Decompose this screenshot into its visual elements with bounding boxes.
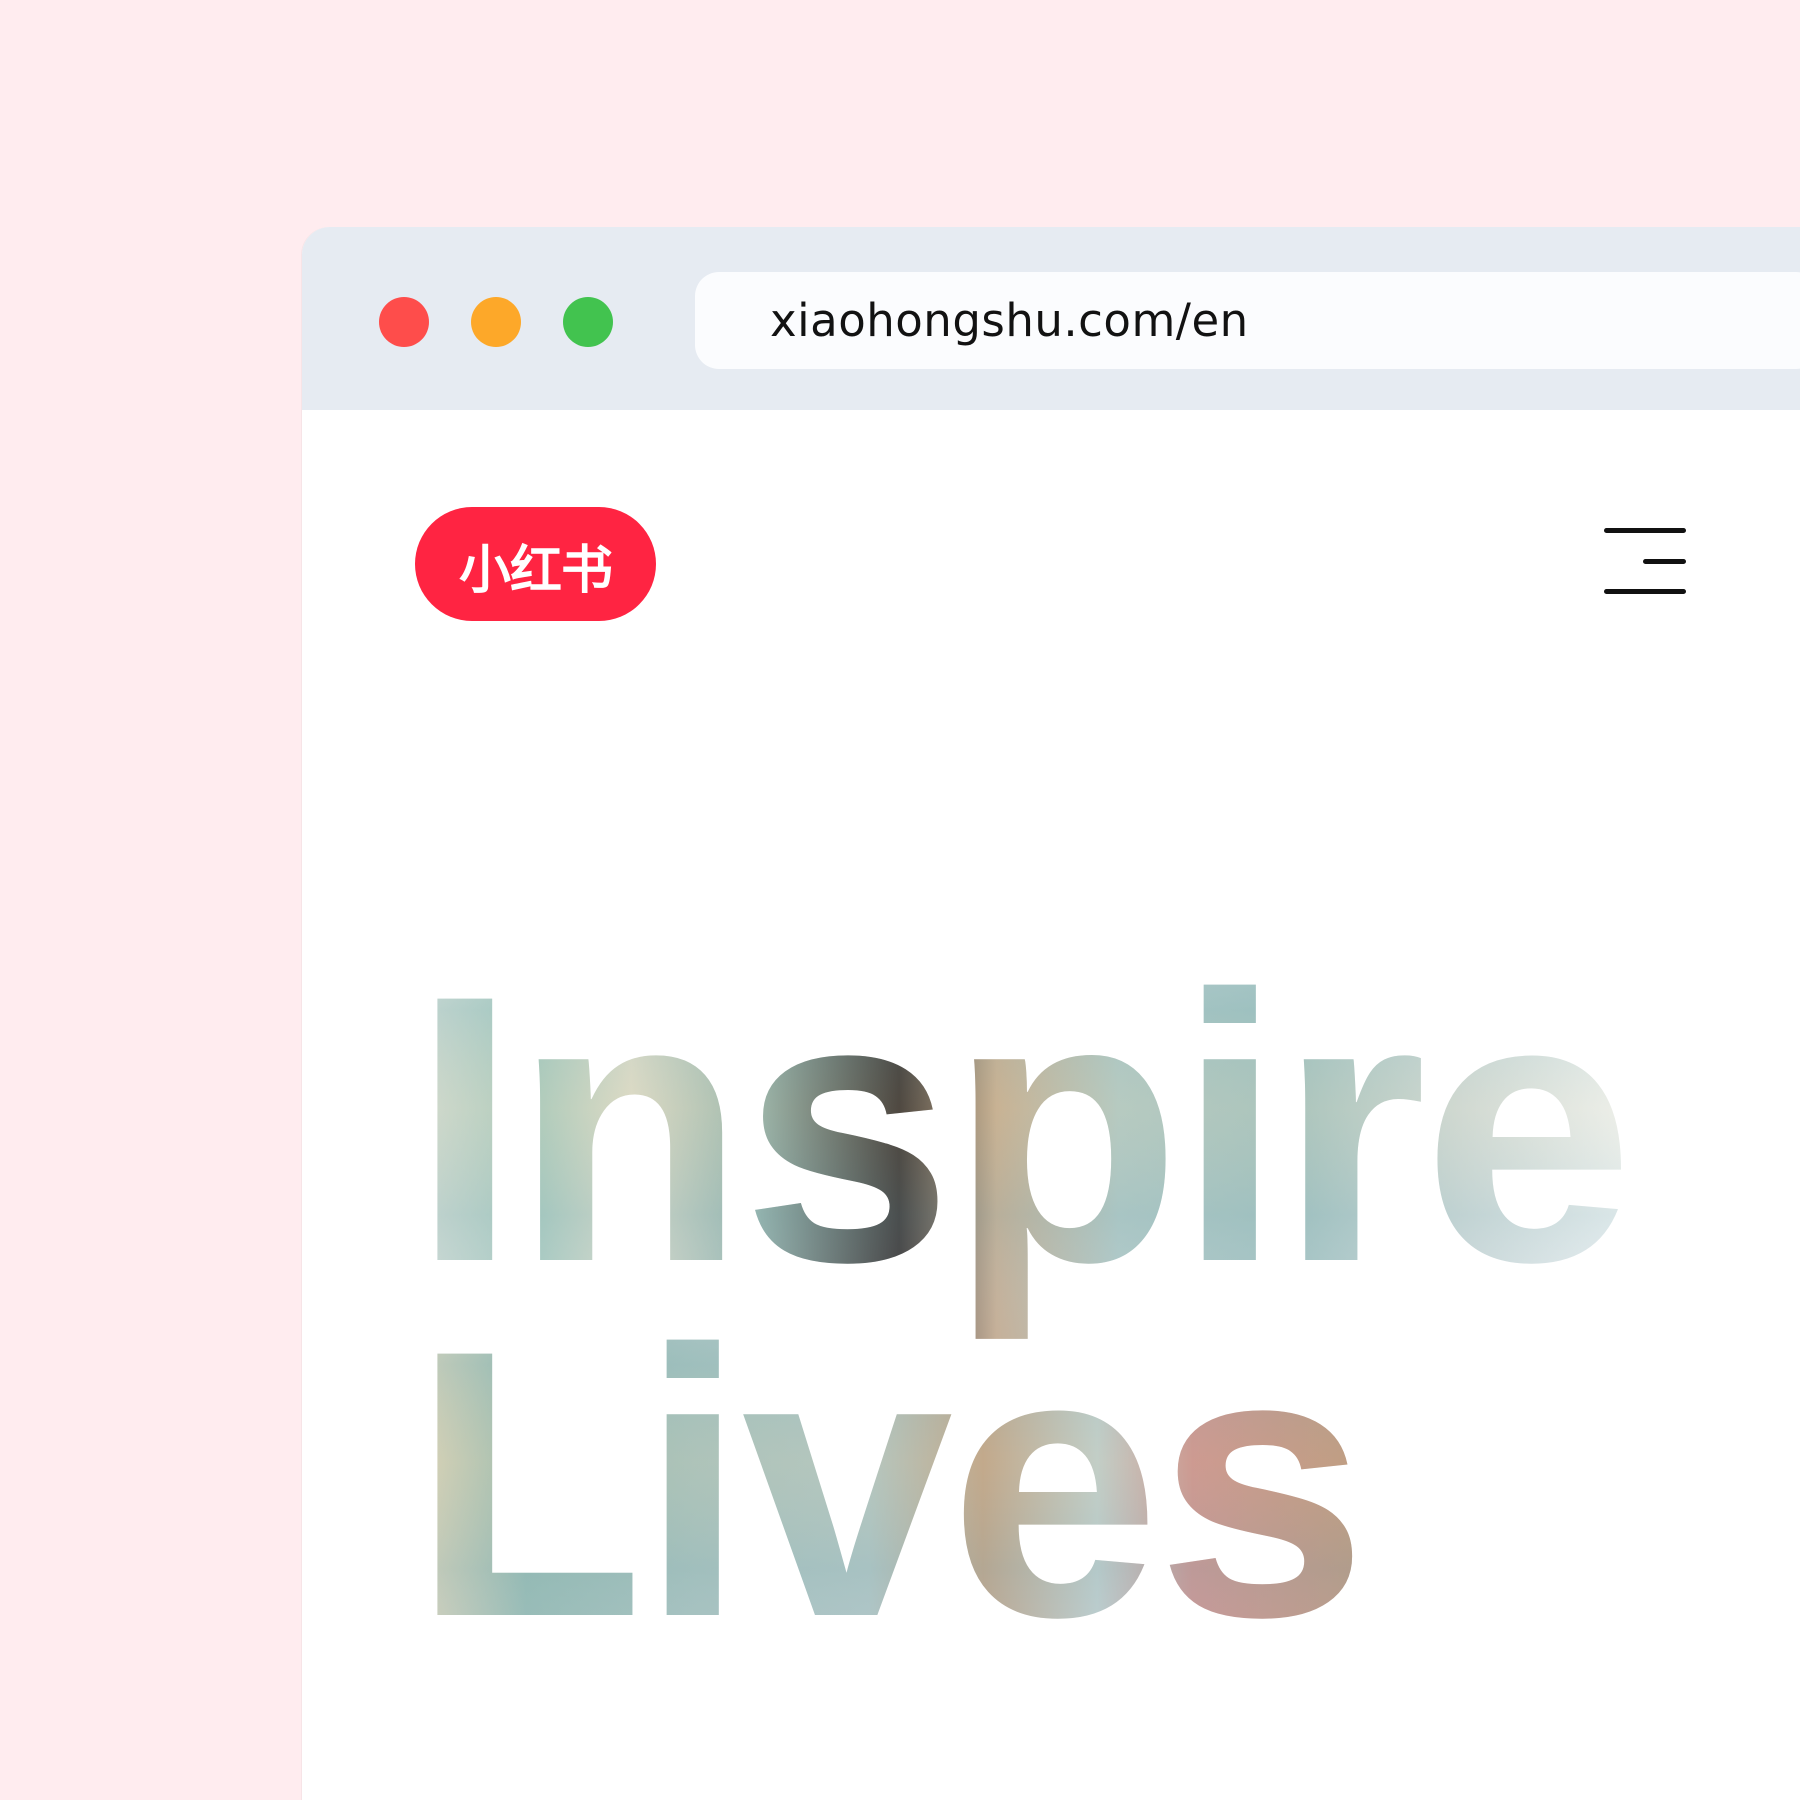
browser-toolbar: xiaohongshu.com/en (302, 227, 1800, 410)
hero-headline: Inspire Inspire Lives Lives (412, 915, 1772, 1695)
browser-window: xiaohongshu.com/en 小红书 Inspire Inspire L… (302, 227, 1800, 1800)
logo-text: 小红书 (458, 540, 613, 601)
page-content: 小红书 Inspire Inspire Lives Lives (302, 410, 1800, 1800)
hamburger-menu-icon[interactable] (1604, 528, 1686, 594)
hero-line-2-overlay: Lives (412, 1271, 1364, 1695)
address-url: xiaohongshu.com/en (770, 294, 1249, 347)
menu-line-top (1604, 528, 1686, 533)
address-bar[interactable]: xiaohongshu.com/en (695, 272, 1800, 369)
close-window-button[interactable] (379, 297, 429, 347)
menu-line-middle (1643, 559, 1686, 564)
maximize-window-button[interactable] (563, 297, 613, 347)
hero-headline-svg: Inspire Inspire Lives Lives (412, 916, 1634, 1695)
menu-line-bottom (1604, 589, 1686, 594)
minimize-window-button[interactable] (471, 297, 521, 347)
xiaohongshu-logo[interactable]: 小红书 (415, 507, 656, 621)
